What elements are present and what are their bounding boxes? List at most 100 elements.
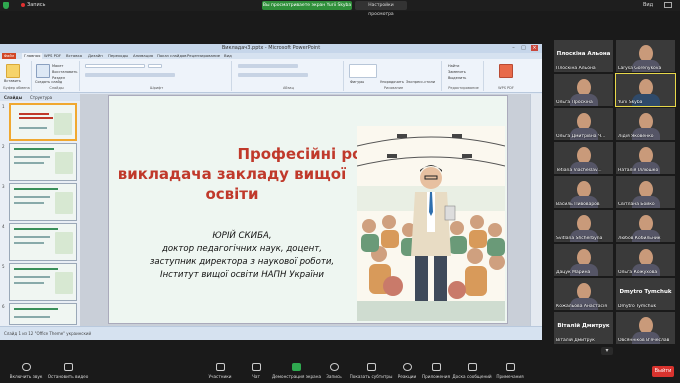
- participant-name: Svitlana Shcherbyna: [556, 236, 603, 241]
- participant-name: Дацук Марина: [556, 270, 591, 275]
- font-size-select[interactable]: [148, 64, 162, 68]
- sharing-banner: Вы просматриваете экран Yurii Skyba: [262, 1, 352, 10]
- participant-tile[interactable]: Ольга Кожухова: [616, 244, 675, 276]
- top-bar: Запись Вы просматриваете экран Yurii Sky…: [0, 0, 680, 17]
- thumb-image: [55, 152, 73, 174]
- fullscreen-icon[interactable]: [664, 2, 672, 8]
- participant-tile[interactable]: Лідія Яковенко: [616, 108, 675, 140]
- participant-name: Dmytro Tymchuk: [618, 304, 657, 309]
- slide-thumbnail[interactable]: [9, 103, 77, 141]
- participant-name: Віталій Дмитрук: [556, 338, 595, 343]
- participant-big-name: Dmytro Tymchuk: [619, 289, 672, 295]
- slide-thumbnail[interactable]: [9, 303, 77, 325]
- participant-name: Наталія Іллюшко: [618, 168, 659, 173]
- thumb-number: 4: [2, 224, 5, 229]
- gallery-scroll-down-icon[interactable]: ▾: [601, 347, 613, 355]
- close-icon[interactable]: ×: [531, 45, 538, 51]
- participant-tile[interactable]: Овсянніков В'ячеслав: [616, 312, 675, 344]
- align-buttons[interactable]: [238, 73, 308, 77]
- participant-tile[interactable]: Svitlana Shcherbyna: [554, 210, 613, 242]
- participant-name: Лідія Яковенко: [618, 134, 654, 139]
- layout-button[interactable]: Макет: [52, 64, 63, 68]
- slide-title-line: викладача закладу вищої: [117, 165, 347, 183]
- new-slide-icon[interactable]: [36, 64, 50, 78]
- font-name-select[interactable]: [85, 64, 145, 68]
- participant-tile[interactable]: Любов Кобильник: [616, 210, 675, 242]
- pdf-icon[interactable]: [499, 64, 513, 78]
- participant-tile[interactable]: Дацук Марина: [554, 244, 613, 276]
- shapes-button[interactable]: Фигуры: [350, 80, 364, 84]
- security-shield-icon[interactable]: [3, 2, 9, 9]
- participant-tile[interactable]: Tetiana Viacheslav...: [554, 142, 613, 174]
- find-button[interactable]: Найти: [448, 64, 459, 68]
- thumb-title-line: [19, 113, 49, 115]
- reset-button[interactable]: Восстановить: [52, 70, 77, 74]
- maximize-icon[interactable]: □: [520, 45, 527, 51]
- tab-slides[interactable]: Слайды: [4, 94, 22, 101]
- group-clipboard: Вставить Буфер обмена: [2, 61, 32, 91]
- participant-tile[interactable]: Dmytro Tymchuk Dmytro Tymchuk: [616, 278, 675, 310]
- participant-name: Василь Пивоваров: [556, 202, 600, 207]
- participant-big-name: Віталій Дмитрук: [557, 323, 610, 329]
- thumb-image: [55, 192, 73, 214]
- slide-thumbnail[interactable]: [9, 143, 77, 181]
- paste-button[interactable]: Вставить: [4, 79, 21, 83]
- thumb-text-line: [14, 282, 44, 284]
- quick-styles-button[interactable]: Экспресс-стили: [406, 80, 435, 84]
- shapes-gallery[interactable]: [349, 64, 377, 78]
- participant-tile[interactable]: Світлана Бойко: [616, 176, 675, 208]
- ppt-ribbon: Вставить Буфер обмена Макет Восстановить…: [0, 59, 542, 93]
- participant-tile-speaker[interactable]: Yurii Skyba: [615, 73, 676, 107]
- slide-thumbnail[interactable]: [9, 223, 77, 261]
- font-format-buttons[interactable]: [85, 73, 175, 77]
- lecture-illustration: [357, 126, 505, 321]
- thumb-text-line: [14, 202, 44, 204]
- select-button[interactable]: Выделить: [448, 76, 466, 80]
- slide-thumbnail[interactable]: [9, 183, 77, 221]
- thumb-text-line: [14, 276, 50, 278]
- participant-tile[interactable]: Наталія Іллюшко: [616, 142, 675, 174]
- participants-gallery: Плоскіна Альона Плоскіна Альона Larysa G…: [548, 40, 680, 360]
- apps-icon: [431, 363, 441, 371]
- thumb-number: 6: [2, 304, 5, 309]
- participant-tile[interactable]: Ольга Дмитрівна Ч...: [554, 108, 613, 140]
- notes-button[interactable]: Примечания: [486, 362, 534, 382]
- group-wps-pdf: WPS PDF: [486, 61, 526, 91]
- minimize-icon[interactable]: –: [510, 45, 517, 51]
- slide-author-line: ЮРІЙ СКИБА,: [212, 231, 272, 241]
- thumb-title-line: [14, 188, 58, 190]
- participant-big-name: Плоскіна Альона: [556, 51, 611, 57]
- vertical-scrollbar[interactable]: [530, 94, 542, 326]
- record-label[interactable]: Запись: [27, 2, 45, 8]
- participant-name: Ольга Дмитрівна Ч...: [556, 134, 606, 139]
- participant-tile[interactable]: Василь Пивоваров: [554, 176, 613, 208]
- participant-tile[interactable]: Кожальова Анастасія: [554, 278, 613, 310]
- list-buttons[interactable]: [238, 64, 298, 68]
- participant-tile[interactable]: Плоскіна Альона Плоскіна Альона: [554, 40, 613, 72]
- tab-outline[interactable]: Структура: [30, 94, 52, 101]
- participant-tile[interactable]: Ольга Проскіна: [554, 74, 613, 106]
- arrange-button[interactable]: Упорядочить: [380, 80, 404, 84]
- thumb-number: 2: [2, 144, 5, 149]
- participant-tile[interactable]: Larysa Gorenykova: [616, 40, 675, 72]
- participant-tile[interactable]: Віталій Дмитрук Віталій Дмитрук: [554, 312, 613, 344]
- slide-thumbnail[interactable]: [9, 263, 77, 301]
- view-options-button[interactable]: Настройки просмотра: [355, 1, 407, 17]
- record-dot-icon: [21, 3, 25, 7]
- share-screen-icon: [291, 363, 301, 371]
- replace-button[interactable]: Заменить: [448, 70, 466, 74]
- new-slide-button[interactable]: Создать слайд: [35, 80, 62, 84]
- stop-video-button[interactable]: Остановить видео: [44, 362, 92, 382]
- thumb-number: 3: [2, 184, 5, 189]
- thumb-image: [55, 232, 73, 254]
- unmute-button[interactable]: Включить звук: [2, 362, 50, 382]
- leave-button[interactable]: Выйти: [652, 366, 674, 377]
- view-button[interactable]: Вид: [643, 2, 653, 8]
- paste-icon[interactable]: [6, 64, 20, 78]
- participant-name: Плоскіна Альона: [556, 66, 596, 71]
- meeting-toolbar: Включить звук Остановить видео Участники…: [0, 360, 680, 383]
- thumb-number: 1: [2, 104, 5, 109]
- reactions-icon: [402, 363, 412, 371]
- thumb-image: [54, 113, 72, 135]
- current-slide: Професійні ролі викладача закладу вищої …: [108, 95, 508, 324]
